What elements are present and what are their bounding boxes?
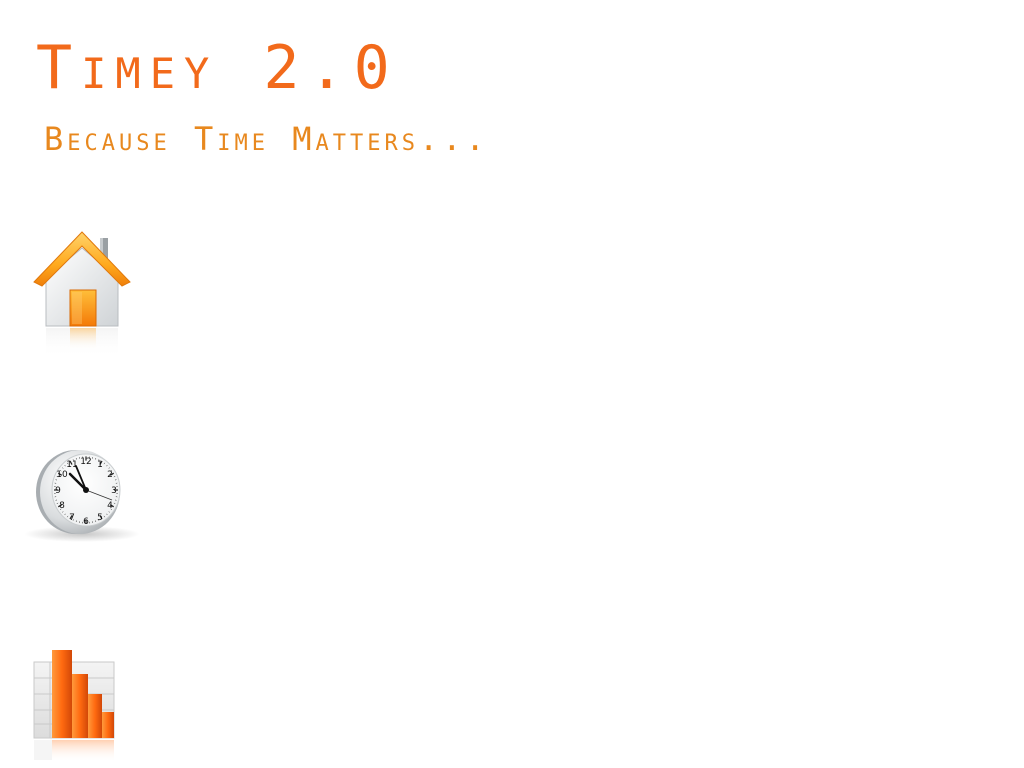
clock-numeral: 5 xyxy=(97,513,103,523)
clock-numeral: 1 xyxy=(97,460,103,470)
clock-numeral: 9 xyxy=(55,486,61,496)
clock-numeral: 8 xyxy=(59,501,65,511)
app-title: Timey 2.0 xyxy=(36,33,399,103)
clock-numeral: 4 xyxy=(107,501,113,511)
home-button[interactable] xyxy=(30,226,134,362)
clock-numeral: 7 xyxy=(69,513,75,523)
clock-numeral: 12 xyxy=(80,457,91,467)
clock-button[interactable]: 12 1 2 3 4 5 6 7 8 9 10 11 xyxy=(20,444,144,544)
clock-numeral: 6 xyxy=(83,517,89,527)
clock-numeral: 10 xyxy=(56,470,68,480)
app-tagline: Because Time Matters... xyxy=(44,120,489,158)
clock-icon: 12 1 2 3 4 5 6 7 8 9 10 11 xyxy=(24,450,140,542)
clock-numeral: 3 xyxy=(111,486,117,496)
home-icon xyxy=(33,231,131,358)
clock-numeral: 11 xyxy=(66,460,77,470)
reports-button[interactable] xyxy=(28,644,120,764)
bar-chart-icon xyxy=(33,650,115,762)
clock-numeral: 2 xyxy=(107,470,113,480)
